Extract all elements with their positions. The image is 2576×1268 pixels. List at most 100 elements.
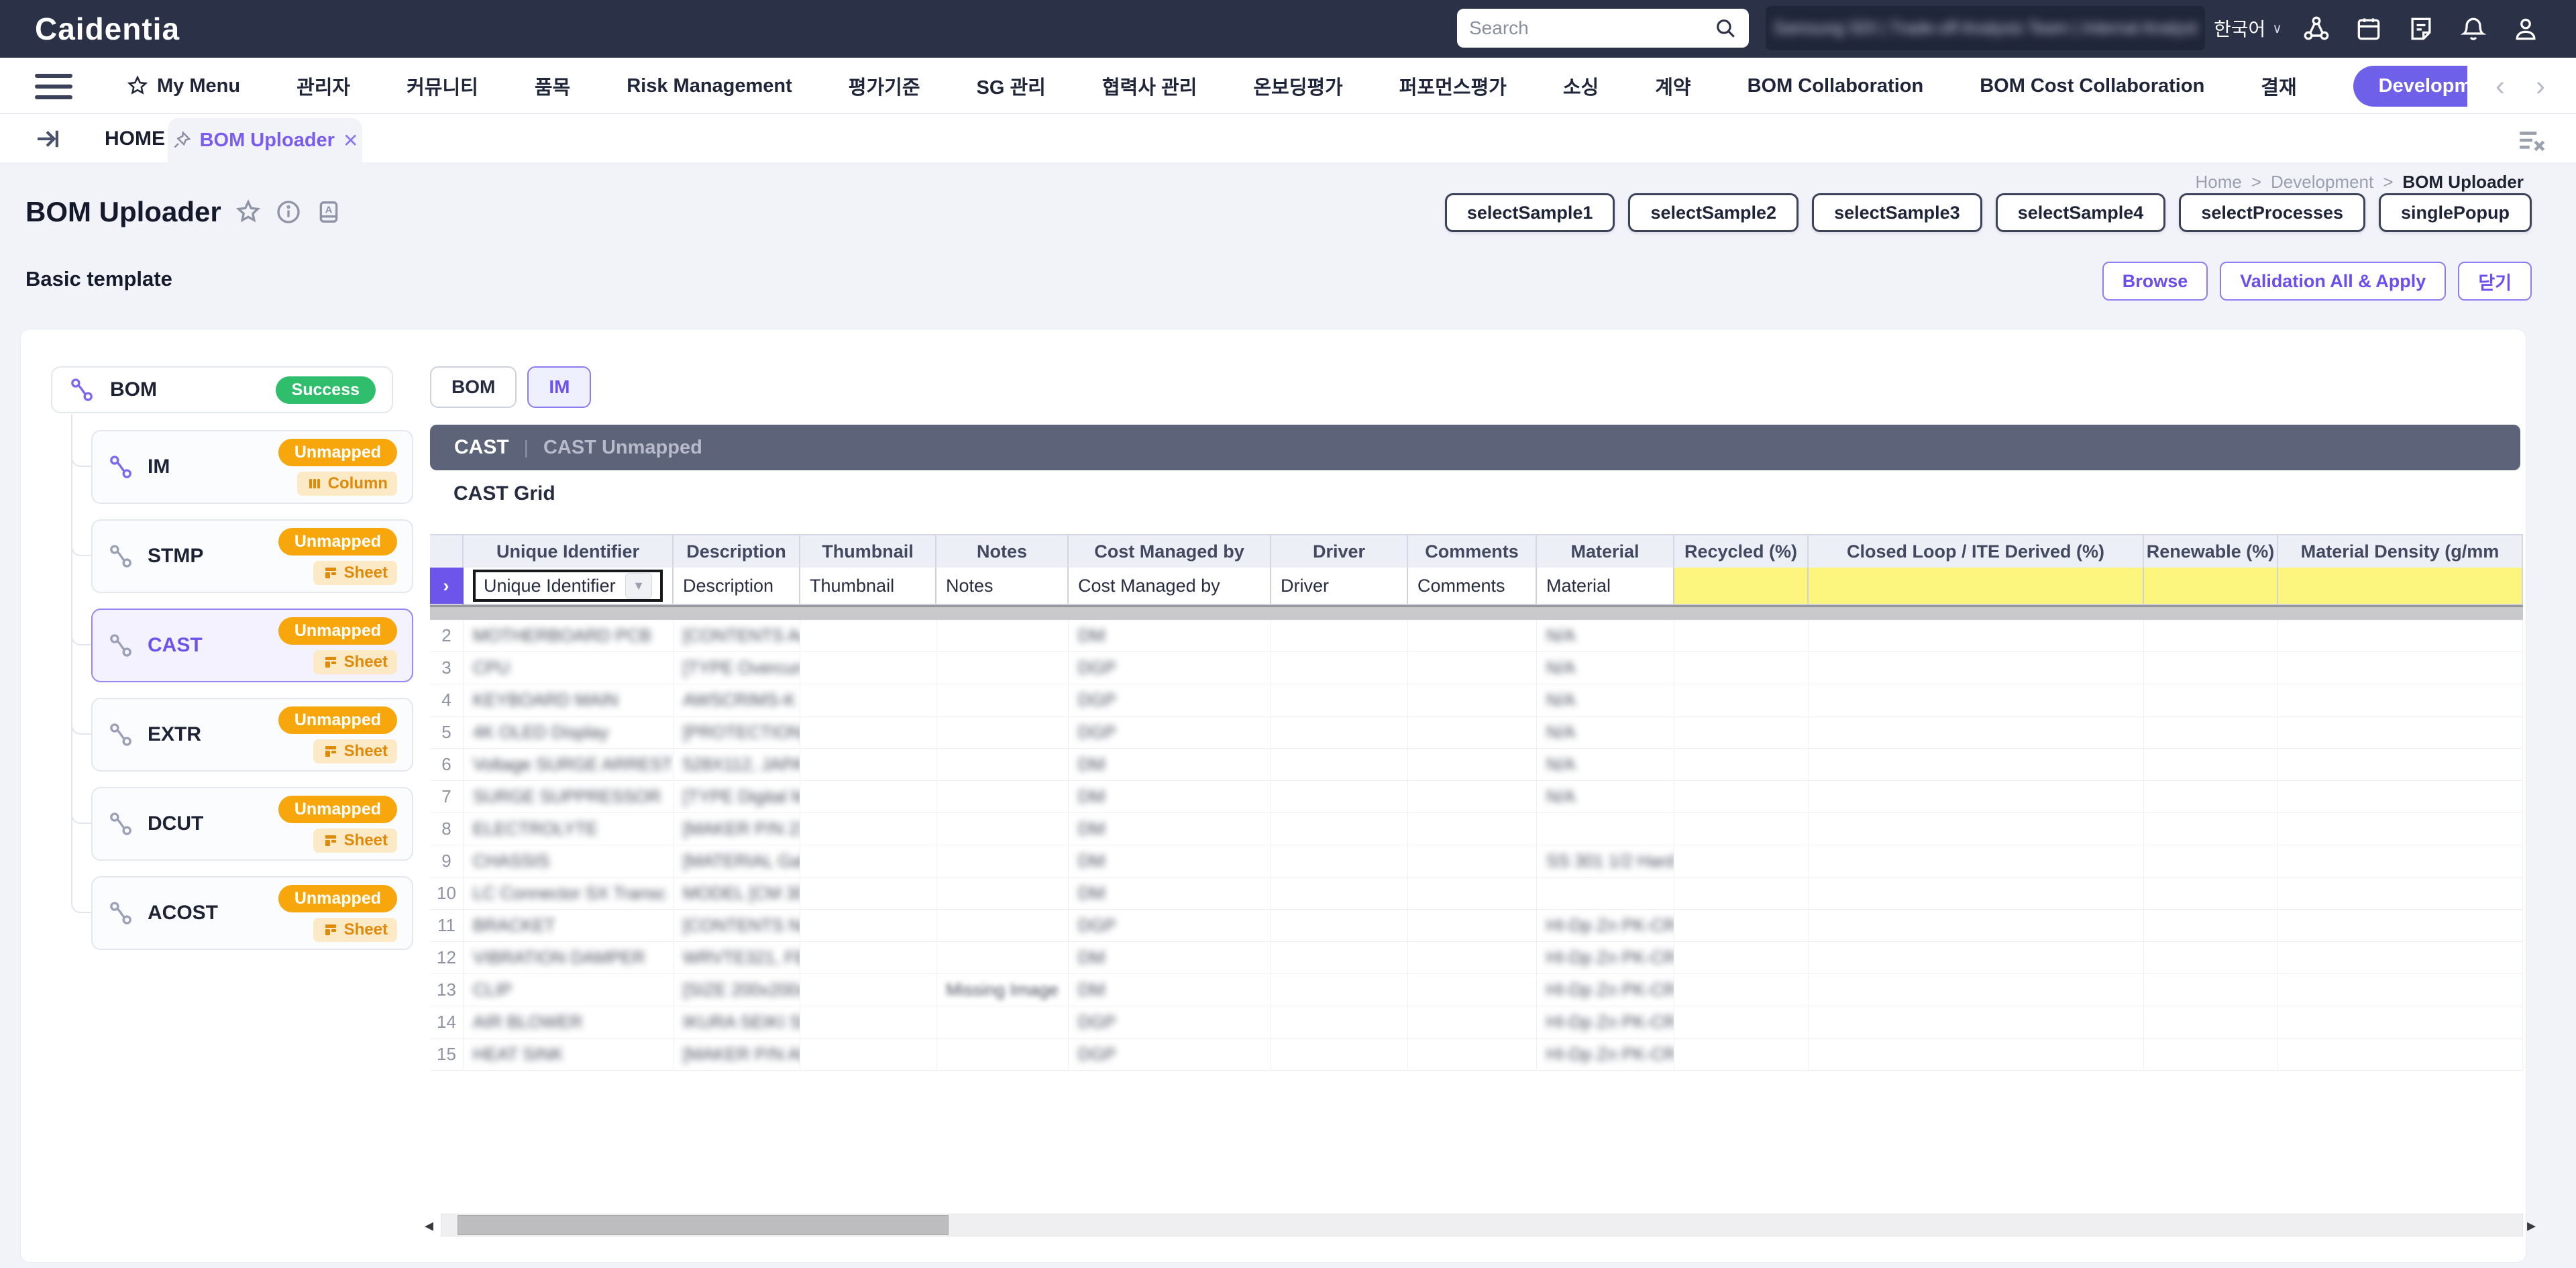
row-selector-cell[interactable]: › [430,568,464,605]
cell-num: 9 [430,845,464,878]
mapping-cell-unique-identifier[interactable]: Unique Identifier▼ [464,568,674,605]
language-selector[interactable]: 한국어∨ [2214,15,2282,42]
column-header-closed-loop-ite-derived-[interactable]: Closed Loop / ITE Derived (%) [1809,534,2144,568]
nav-item-퍼포먼스평가[interactable]: 퍼포먼스평가 [1399,72,1507,100]
nav-item-bom-collaboration[interactable]: BOM Collaboration [1748,75,1924,97]
unmapped-cell-1[interactable] [1674,568,1809,605]
tab-home[interactable]: HOME [94,122,176,156]
table-row[interactable]: 13CLIP[SIZE 200x200xMissing ImageDMHI-Dp… [430,974,2523,1006]
dropdown-arrow-icon[interactable]: ▼ [625,573,652,598]
close-all-tabs-icon[interactable] [2516,123,2549,153]
search-input[interactable] [1469,17,1714,39]
selectprocesses-button[interactable]: selectProcesses [2179,193,2365,232]
tree-node-stmp[interactable]: STMPUnmappedSheet [91,519,413,593]
horizontal-scrollbar[interactable] [441,1214,2523,1236]
nav-item-sg-관리[interactable]: SG 관리 [977,72,1046,100]
tree-node-im[interactable]: IMUnmappedColumn [91,430,413,504]
collapse-tabs-icon[interactable] [32,125,64,153]
tree-node-extr[interactable]: EXTRUnmappedSheet [91,698,413,772]
selectsample1-button[interactable]: selectSample1 [1445,193,1615,232]
hscroll-right-arrow[interactable]: ▸ [2527,1216,2542,1234]
validation-all-apply-button[interactable]: Validation All & Apply [2220,262,2446,301]
nav-item-커뮤니티[interactable]: 커뮤니티 [407,72,478,100]
nav-scroll-left-icon[interactable]: ‹ [2496,70,2505,102]
document-a-icon[interactable]: A [315,199,342,225]
nav-item-계약[interactable]: 계약 [1655,72,1690,100]
table-row[interactable]: 54K OLED Display[PROTECTION]DGPN/A [430,717,2523,749]
table-row[interactable]: 12VIBRATION DAMPERWRVTE321, FEDMHI-Dp Zn… [430,942,2523,974]
tab-bom-uploader[interactable]: BOM Uploader ✕ [168,118,362,162]
nav-item-소싱[interactable]: 소싱 [1563,72,1599,100]
breadcrumb-home[interactable]: Home [2195,172,2241,193]
tree-node-dcut[interactable]: DCUTUnmappedSheet [91,787,413,861]
network-share-icon[interactable] [2300,12,2333,46]
column-header-notes[interactable]: Notes [936,534,1069,568]
favorite-star-icon[interactable] [235,199,262,225]
cell-col10 [1809,620,2144,652]
nav-item-결재[interactable]: 결재 [2261,72,2296,100]
nav-item-품목[interactable]: 품목 [535,72,570,100]
hscroll-left-arrow[interactable]: ◂ [425,1216,439,1234]
column-header-cost-managed-by[interactable]: Cost Managed by [1069,534,1271,568]
user-profile-icon[interactable] [2509,12,2542,46]
tab-close-icon[interactable]: ✕ [343,129,358,152]
search-icon[interactable] [1714,17,1737,40]
table-row[interactable]: 7SURGE SUPPRESSOR[TYPE Digital MDMN/A [430,781,2523,813]
info-icon[interactable] [275,199,302,225]
column-header-driver[interactable]: Driver [1271,534,1408,568]
tree-node-cast[interactable]: CASTUnmappedSheet [91,609,413,682]
top-bar: Caidentia Samsung SDI | Trade-off Analys… [0,0,2576,58]
column-header-thumbnail[interactable]: Thumbnail [800,534,936,568]
닫기-button[interactable]: 닫기 [2458,262,2532,301]
column-header-unique-identifier[interactable]: Unique Identifier [464,534,674,568]
toggle-im[interactable]: IM [527,366,591,408]
table-row[interactable]: 2MOTHERBOARD PCB[CONTENTS AuDMN/A [430,620,2523,652]
tree-node-bom[interactable]: BOM Success [51,366,393,413]
nav-item-bom-cost-collaboration[interactable]: BOM Cost Collaboration [1980,75,2204,97]
notes-icon[interactable] [2404,12,2438,46]
selectsample2-button[interactable]: selectSample2 [1628,193,1799,232]
table-row[interactable]: 4KEYBOARD MAINAWSCRIMS-KDGPN/A [430,684,2523,717]
cell-text: IKURA SEIKI SEI [683,1012,800,1033]
table-row[interactable]: 3CPU[TYPE OvercurrDGPN/A [430,652,2523,684]
calendar-icon[interactable] [2352,12,2385,46]
table-row[interactable]: 15HEAT SINK[MAKER P/N APDGPHI-Dp Zn PK-C… [430,1039,2523,1071]
tree-node-acost[interactable]: ACOSTUnmappedSheet [91,876,413,950]
table-row[interactable]: 10LC Connector SX TranscMODEL [CM 300DM [430,878,2523,910]
nav-item-risk-management[interactable]: Risk Management [627,75,792,97]
unmapped-cell-4[interactable] [2278,568,2523,605]
column-header-recycled-[interactable]: Recycled (%) [1674,534,1809,568]
nav-item-협력사-관리[interactable]: 협력사 관리 [1102,72,1197,100]
table-row[interactable]: 11BRACKET[CONTENTS NiDGPHI-Dp Zn PK-CR [430,910,2523,942]
column-header-comments[interactable]: Comments [1408,534,1537,568]
nav-item-평가기준[interactable]: 평가기준 [849,72,920,100]
cell-col11 [2144,1039,2278,1071]
nav-scroll-right-icon[interactable]: › [2536,70,2545,102]
column-header-renewable-[interactable]: Renewable (%) [2144,534,2278,568]
column-header-material-density-g-mm[interactable]: Material Density (g/mm [2278,534,2523,568]
toggle-bom[interactable]: BOM [430,366,517,408]
browse-button[interactable]: Browse [2102,262,2208,301]
table-row[interactable]: 6Voltage SURGE ARREST528X112, JAPADMN/A [430,749,2523,781]
table-row[interactable]: 9CHASSIS[MATERIAL GalvDMSS 301 1/2 Hard [430,845,2523,878]
column-header-description[interactable]: Description [674,534,800,568]
nav-item-관리자[interactable]: 관리자 [297,72,350,100]
selectsample3-button[interactable]: selectSample3 [1812,193,1982,232]
nav-item-온보딩평가[interactable]: 온보딩평가 [1253,72,1342,100]
column-header-material[interactable]: Material [1537,534,1674,568]
selectsample4-button[interactable]: selectSample4 [1996,193,2166,232]
mapping-dropdown[interactable]: Unique Identifier▼ [473,570,663,602]
nav-item-my-menu[interactable]: My Menu [126,74,240,97]
cell-text: N/A [1546,657,1575,678]
unmapped-cell-3[interactable] [2144,568,2278,605]
cell-comments [1408,717,1537,749]
nav-item-development[interactable]: Development [2353,66,2467,107]
unmapped-cell-2[interactable] [1809,568,2144,605]
notifications-bell-icon[interactable] [2457,12,2490,46]
breadcrumb-development[interactable]: Development [2271,172,2373,193]
table-row[interactable]: 14AIR BLOWERIKURA SEIKI SEIDGPHI-Dp Zn P… [430,1006,2523,1039]
hscroll-thumb[interactable] [458,1215,949,1235]
table-row[interactable]: 8ELECTROLYTE[MAKER P/N 23DM [430,813,2523,845]
hamburger-menu-icon[interactable] [35,74,72,99]
singlepopup-button[interactable]: singlePopup [2379,193,2532,232]
